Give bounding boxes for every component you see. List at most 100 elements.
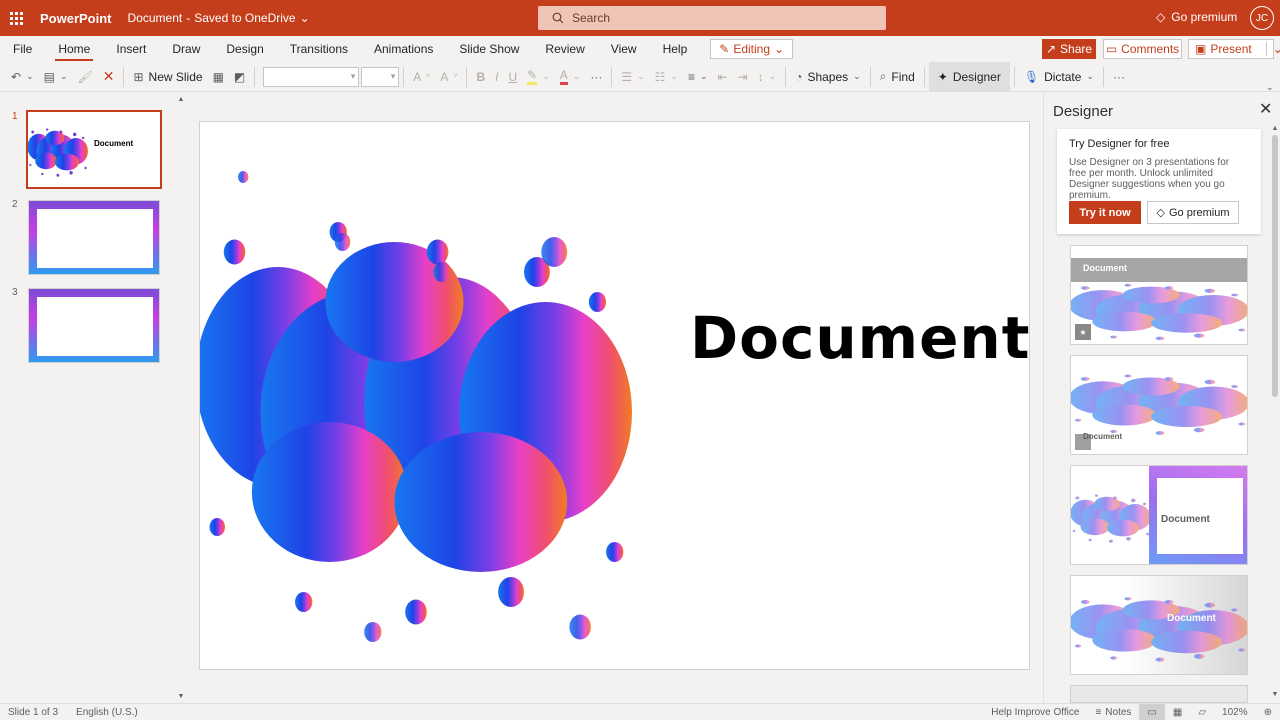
promo-heading: Try Designer for free — [1069, 138, 1170, 150]
design-idea-card[interactable]: Document — [1070, 355, 1248, 455]
chevron-down-icon: ⌄ — [1086, 71, 1094, 81]
decrease-indent-icon[interactable]: ⇤ — [713, 64, 733, 90]
app-launcher-icon[interactable] — [0, 0, 32, 36]
tab-review[interactable]: Review — [532, 36, 597, 62]
comment-icon: ▭ — [1105, 42, 1118, 56]
tab-file[interactable]: File — [0, 36, 45, 62]
designer-button[interactable]: ✦ Designer — [928, 61, 1010, 92]
thumbnail-title: Document — [94, 139, 134, 148]
design-idea-card[interactable] — [1070, 685, 1248, 703]
pencil-icon: ✎ — [719, 42, 730, 56]
scroll-up-icon[interactable]: ▲ — [176, 94, 186, 104]
present-button[interactable]: ▣ Present ⌄ — [1188, 39, 1280, 59]
find-label: Find — [891, 69, 915, 84]
shapes-button[interactable]: ◔ Shapes ⌄ — [790, 64, 866, 90]
go-premium-label: Go premium — [1168, 206, 1230, 219]
font-size-box[interactable]: ▾ — [361, 66, 400, 87]
dictate-button[interactable]: 🎙 Dictate ⌄ — [1019, 64, 1099, 90]
format-painter-icon[interactable]: 🖌 — [73, 64, 98, 90]
designer-pane: Designer ✕ Try Designer for free Use Des… — [1043, 93, 1280, 703]
fit-to-window-icon[interactable]: ⊕ — [1256, 707, 1280, 718]
line-spacing-icon[interactable]: ↕ ⌄ — [753, 64, 782, 90]
slide-title[interactable]: Document — [690, 304, 1029, 372]
designer-pane-title: Designer — [1053, 103, 1114, 120]
diamond-icon: ◇ — [1156, 207, 1165, 219]
new-slide-button[interactable]: ⊞ New Slide — [128, 64, 207, 90]
chevron-down-icon[interactable]: ⌄ — [1265, 42, 1280, 56]
tab-slide-show[interactable]: Slide Show — [446, 36, 532, 62]
slide-thumbnail-3[interactable] — [28, 288, 160, 363]
italic-icon[interactable]: I — [490, 64, 503, 90]
tab-animations[interactable]: Animations — [361, 36, 446, 62]
numbering-icon[interactable]: ☷ ⌄ — [650, 64, 683, 90]
tab-insert[interactable]: Insert — [103, 36, 159, 62]
app-name[interactable]: PowerPoint — [40, 11, 112, 26]
font-name-box[interactable]: ▾ — [263, 66, 360, 87]
share-button[interactable]: ↗ Share — [1042, 39, 1096, 59]
highlight-icon[interactable]: ✎ ⌄ — [522, 64, 555, 90]
share-label: Share — [1060, 42, 1093, 56]
designer-label: Designer — [952, 69, 1001, 84]
scroll-up-icon[interactable]: ▲ — [1270, 123, 1280, 133]
present-label: Present — [1210, 42, 1252, 56]
delete-icon[interactable]: ✕ — [98, 64, 120, 90]
bold-icon[interactable]: B — [471, 64, 490, 90]
normal-view-icon[interactable]: ▭ — [1139, 704, 1165, 720]
comments-button[interactable]: ▭ Comments — [1103, 39, 1182, 59]
tab-draw[interactable]: Draw — [159, 36, 213, 62]
notes-label: Notes — [1105, 706, 1132, 718]
more-options-icon[interactable]: ··· — [1108, 64, 1130, 90]
layout-icon[interactable]: ▦ — [208, 64, 229, 90]
slide-sorter-icon[interactable]: ▦ — [1165, 707, 1190, 718]
more-font-options-icon[interactable]: ··· — [585, 64, 607, 90]
promo-body: Use Designer on 3 presentations for free… — [1069, 157, 1230, 201]
tab-view[interactable]: View — [598, 36, 650, 62]
paint-splatter-image[interactable] — [200, 152, 632, 652]
help-improve-link[interactable]: Help Improve Office — [983, 707, 1087, 718]
try-it-now-button[interactable]: Try it now — [1069, 201, 1141, 224]
slide-canvas[interactable]: Document — [199, 121, 1030, 670]
search-box[interactable]: Search — [538, 6, 886, 30]
bullets-icon[interactable]: ☰ ⌄ — [616, 64, 649, 90]
align-icon[interactable]: ≡ ⌄ — [683, 64, 713, 90]
tab-transitions[interactable]: Transitions — [277, 36, 361, 62]
zoom-level[interactable]: 102% — [1214, 707, 1256, 718]
chevron-down-icon: ▾ — [390, 71, 396, 81]
design-idea-card[interactable]: Document — [1070, 465, 1248, 565]
design-idea-card[interactable]: Document — [1070, 575, 1248, 675]
go-premium-link[interactable]: ◇ Go premium — [1156, 10, 1237, 24]
close-icon[interactable]: ✕ — [1259, 99, 1272, 119]
shrink-font-icon[interactable]: A ˅ — [435, 64, 462, 90]
scroll-down-icon[interactable]: ▼ — [176, 691, 186, 701]
tab-home[interactable]: Home — [45, 36, 103, 62]
avatar[interactable]: JC — [1250, 6, 1274, 30]
star-icon[interactable]: ★ — [1075, 324, 1091, 340]
go-premium-label: Go premium — [1171, 10, 1238, 24]
chevron-down-icon: ▾ — [350, 71, 356, 81]
splatter-image — [1071, 283, 1247, 341]
slide-thumbnail-1[interactable]: Document — [26, 110, 162, 189]
go-premium-button[interactable]: ◇ Go premium — [1147, 201, 1239, 224]
underline-icon[interactable]: U — [503, 64, 522, 90]
increase-indent-icon[interactable]: ⇥ — [733, 64, 753, 90]
undo-icon[interactable]: ↶ ⌄ — [6, 64, 39, 90]
background-icon[interactable]: ◩ — [229, 64, 250, 90]
editing-mode-button[interactable]: ✎ Editing ⌄ — [710, 39, 794, 59]
slide-thumbnail-2[interactable] — [28, 200, 160, 275]
font-color-icon[interactable]: A ⌄ — [555, 64, 586, 90]
scroll-down-icon[interactable]: ▼ — [1270, 689, 1280, 699]
tab-design[interactable]: Design — [213, 36, 276, 62]
tab-help[interactable]: Help — [650, 36, 701, 62]
editing-label: Editing — [733, 42, 771, 56]
reading-view-icon[interactable]: ▱ — [1190, 707, 1214, 718]
designer-scrollbar[interactable] — [1272, 135, 1278, 397]
chevron-down-icon[interactable]: ⌄ — [1266, 82, 1274, 93]
find-button[interactable]: ⌕ Find — [875, 64, 920, 90]
clipboard-icon[interactable]: ▤ ⌄ — [39, 64, 73, 90]
grow-font-icon[interactable]: A ˄ — [408, 64, 435, 90]
notes-button[interactable]: ≡ Notes — [1087, 707, 1139, 718]
design-idea-card[interactable]: Document ★ — [1070, 245, 1248, 345]
document-name[interactable]: Document - Saved to OneDrive ⌄ — [128, 11, 310, 25]
splatter-image — [1071, 494, 1151, 543]
language[interactable]: English (U.S.) — [68, 707, 146, 718]
